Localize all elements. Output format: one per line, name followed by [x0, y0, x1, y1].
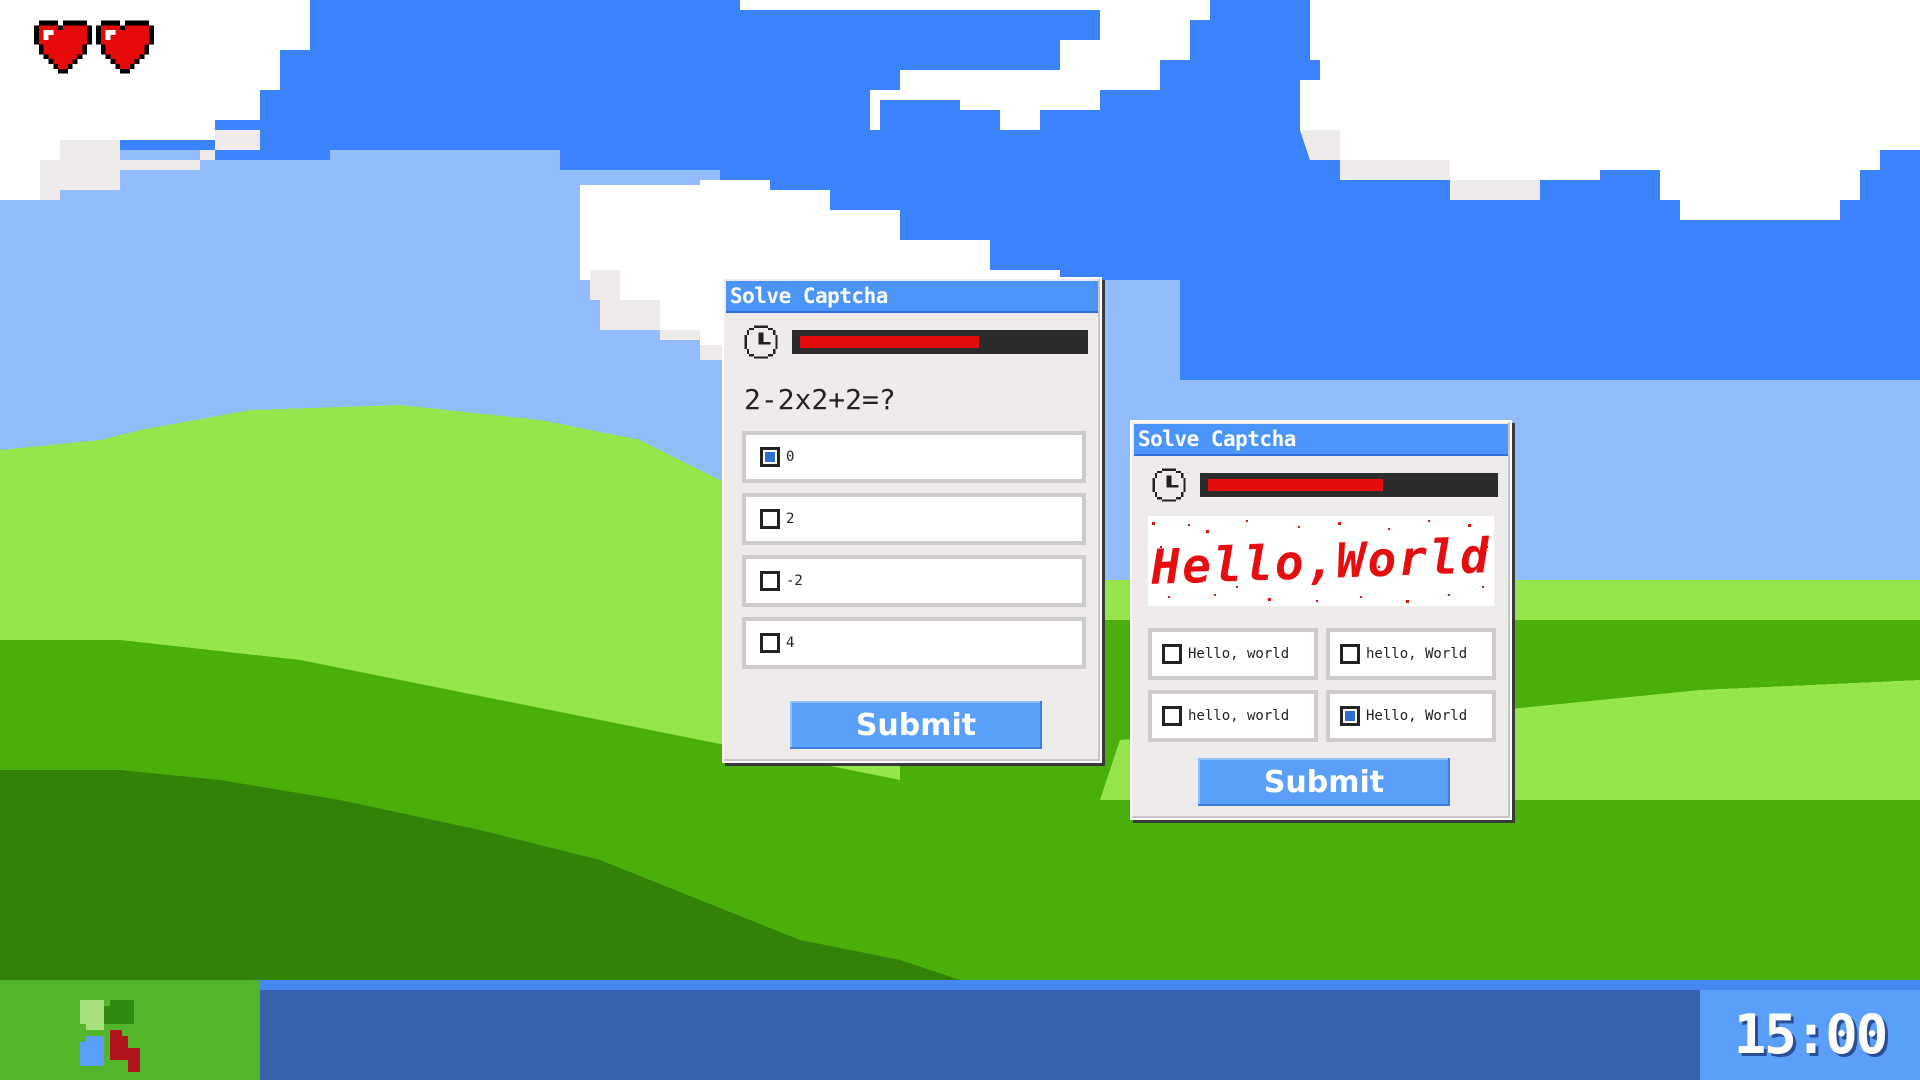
clock-icon	[744, 325, 778, 359]
answer-label: Hello, World	[1366, 708, 1468, 724]
checkbox[interactable]	[760, 571, 780, 591]
answer-label: Hello, world	[1188, 646, 1290, 662]
answer-option[interactable]: 0	[742, 431, 1086, 483]
answer-option[interactable]: hello, World	[1326, 628, 1496, 680]
timer	[1150, 466, 1498, 504]
heart-icon	[34, 20, 92, 74]
captcha-window-text[interactable]: Solve Captcha Hello,World Hello, world h…	[1130, 420, 1512, 820]
captcha-window-math[interactable]: Solve Captcha 2-2x2+2=? 0 2 -2 4 Submit	[722, 277, 1102, 763]
taskbar-highlight	[260, 980, 1920, 990]
answer-label: hello, world	[1188, 708, 1290, 724]
answer-label: -2	[786, 573, 803, 589]
captcha-image: Hello,World	[1148, 516, 1494, 606]
answer-option[interactable]: 2	[742, 493, 1086, 545]
lives-indicator	[34, 18, 154, 76]
checkbox[interactable]	[760, 633, 780, 653]
answer-option[interactable]: 4	[742, 617, 1086, 669]
answer-label: 0	[786, 449, 795, 465]
math-question: 2-2x2+2=?	[744, 383, 896, 416]
answer-option[interactable]: -2	[742, 555, 1086, 607]
answer-label: 4	[786, 635, 795, 651]
timer-bar-fill	[800, 336, 980, 348]
timer-bar	[792, 330, 1088, 354]
window-title[interactable]: Solve Captcha	[726, 281, 1098, 313]
answer-label: hello, World	[1366, 646, 1468, 662]
timer	[742, 323, 1088, 361]
checkbox[interactable]	[1162, 706, 1182, 726]
checkbox[interactable]	[760, 447, 780, 467]
start-logo-icon	[80, 1000, 140, 1072]
submit-button[interactable]: Submit	[1198, 758, 1450, 806]
submit-button[interactable]: Submit	[790, 701, 1042, 749]
answer-option[interactable]: hello, world	[1148, 690, 1318, 742]
window-title[interactable]: Solve Captcha	[1134, 424, 1508, 456]
answer-option[interactable]: Hello, World	[1326, 690, 1496, 742]
captcha-text: Hello,World	[1149, 528, 1492, 596]
answer-option[interactable]: Hello, world	[1148, 628, 1318, 680]
clock-icon	[1152, 468, 1186, 502]
checkbox[interactable]	[1340, 644, 1360, 664]
timer-bar	[1200, 473, 1498, 497]
taskbar-clock: 15:00	[1700, 990, 1920, 1080]
timer-bar-fill	[1208, 479, 1383, 491]
checkbox[interactable]	[760, 509, 780, 529]
answer-label: 2	[786, 511, 795, 527]
checkbox[interactable]	[1162, 644, 1182, 664]
taskbar	[0, 980, 1920, 1080]
heart-icon	[96, 20, 154, 74]
checkbox[interactable]	[1340, 706, 1360, 726]
